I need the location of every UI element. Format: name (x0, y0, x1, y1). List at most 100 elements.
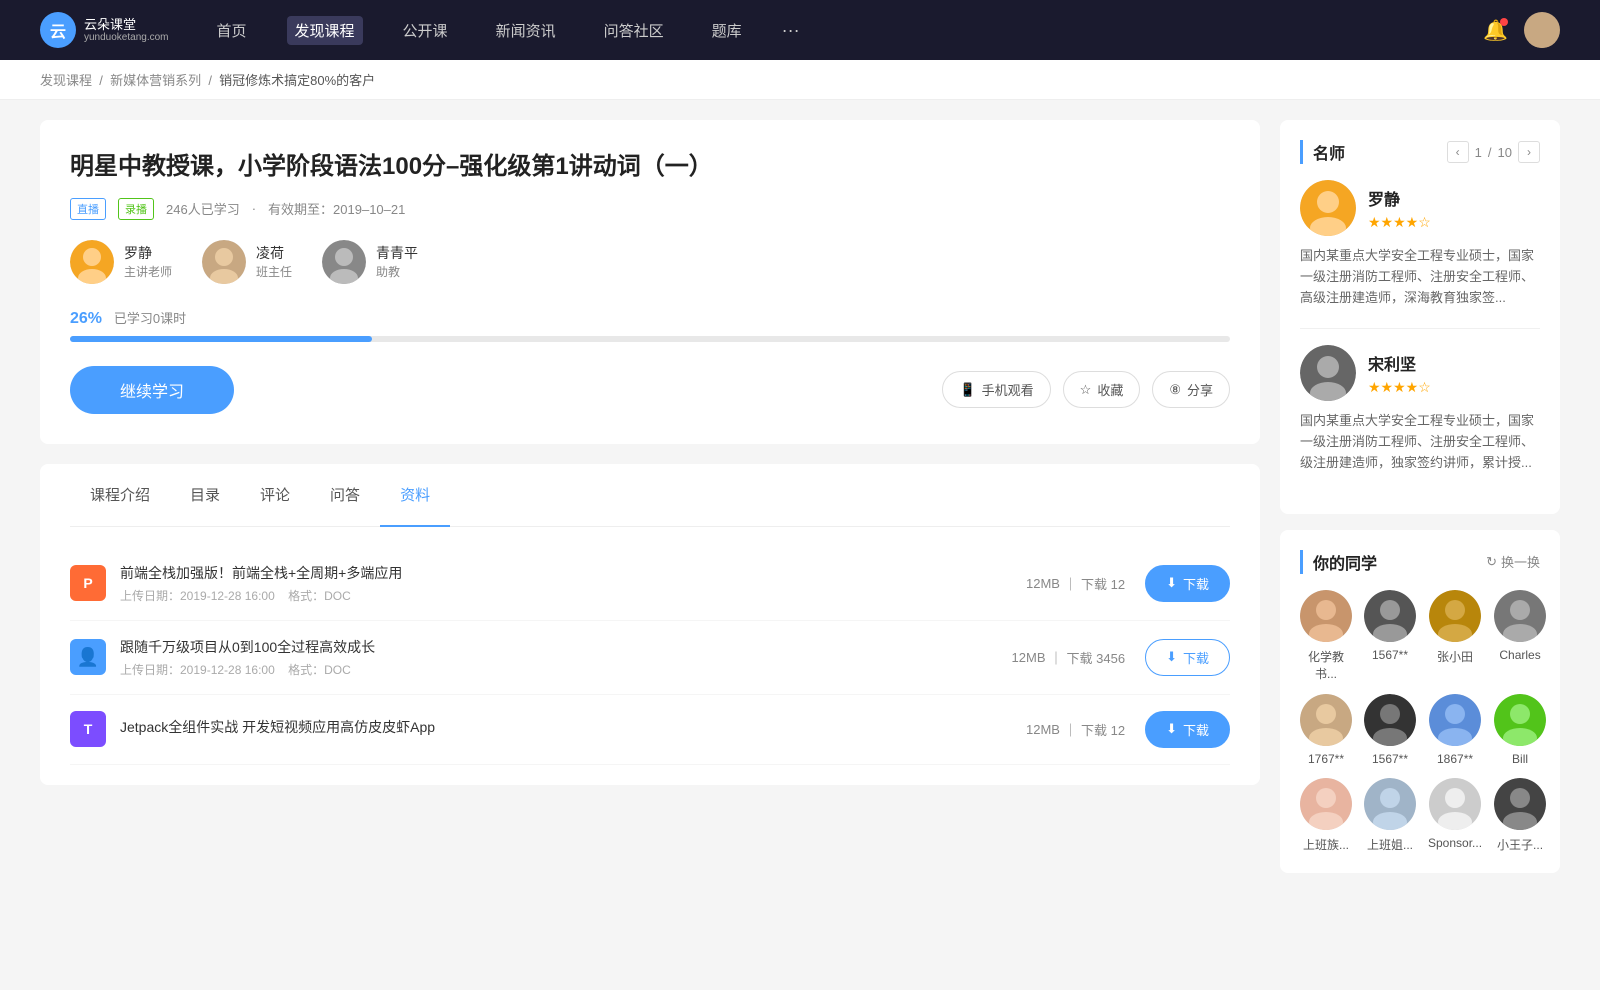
teacher-2: 凌荷 班主任 (202, 240, 292, 284)
classmate-12-avatar[interactable] (1494, 778, 1546, 830)
tab-qa[interactable]: 问答 (310, 464, 380, 527)
nav-more[interactable]: ··· (782, 20, 800, 41)
teacher-2-name: 凌荷 (256, 243, 292, 263)
breadcrumb-series[interactable]: 新媒体营销系列 (110, 73, 201, 88)
teacher-profile-2-header: 宋利坚 ★★★★☆ (1300, 345, 1540, 401)
teacher-2-role: 班主任 (256, 263, 292, 280)
course-title: 明星中教授课，小学阶段语法100分–强化级第1讲动词（一） (70, 150, 1230, 184)
user-avatar[interactable] (1524, 12, 1560, 48)
progress-section: 26% 已学习0课时 (70, 308, 1230, 342)
teacher-1: 罗静 主讲老师 (70, 240, 172, 284)
file-icon-2: 👤 (70, 639, 106, 675)
classmate-3-avatar[interactable] (1429, 590, 1481, 642)
teacher-profile-1: 罗静 ★★★★☆ 国内某重点大学安全工程专业硕士，国家一级注册消防工程师、注册安… (1300, 180, 1540, 308)
valid-date: 有效期至：2019–10–21 (268, 199, 405, 218)
course-card: 明星中教授课，小学阶段语法100分–强化级第1讲动词（一） 直播 录播 246人… (40, 120, 1260, 444)
mobile-watch-button[interactable]: 📱 手机观看 (942, 371, 1050, 408)
classmate-9-name: 上班族... (1303, 836, 1349, 853)
next-page-button[interactable]: › (1518, 141, 1540, 163)
main-container: 明星中教授课，小学阶段语法100分–强化级第1讲动词（一） 直播 录播 246人… (0, 100, 1600, 909)
classmate-2-avatar[interactable] (1364, 590, 1416, 642)
tab-intro[interactable]: 课程介绍 (70, 464, 170, 527)
teacher-profile-1-avatar (1300, 180, 1356, 236)
teacher-1-role: 主讲老师 (124, 263, 172, 280)
navbar: 云 云朵课堂 yunduoketang.com 首页 发现课程 公开课 新闻资讯… (0, 0, 1600, 60)
file-item-3: T Jetpack全组件实战 开发短视频应用高仿皮皮虾App 12MB ｜ 下载… (70, 695, 1230, 765)
teacher-profile-2-name: 宋利坚 (1368, 351, 1431, 375)
classmate-4: Charles (1494, 590, 1546, 682)
tag-record: 录播 (118, 198, 154, 220)
classmate-7-name: 1867** (1437, 752, 1473, 766)
nav-right: 🔔 (1483, 12, 1560, 48)
classmate-10: 上班姐... (1364, 778, 1416, 853)
teachers: 罗静 主讲老师 凌荷 班主任 (70, 240, 1230, 284)
teacher-divider (1300, 328, 1540, 329)
download-label-3: 下载 (1183, 720, 1209, 739)
download-button-3[interactable]: ⬇ 下载 (1145, 711, 1230, 748)
refresh-label: 换一换 (1501, 552, 1540, 571)
classmate-3: 张小田 (1428, 590, 1482, 682)
refresh-button[interactable]: ↻ 换一换 (1486, 552, 1540, 571)
file-info-1: 前端全栈加强版！前端全栈+全周期+多端应用 上传日期：2019-12-28 16… (120, 563, 1026, 604)
classmate-1-name: 化学教书... (1300, 648, 1352, 682)
tab-comment[interactable]: 评论 (240, 464, 310, 527)
file-name-2: 跟随千万级项目从0到100全过程高效成长 (120, 637, 1012, 657)
collect-button[interactable]: ☆ 收藏 (1063, 371, 1141, 408)
download-button-1[interactable]: ⬇ 下载 (1145, 565, 1230, 602)
classmate-6-name: 1567** (1372, 752, 1408, 766)
tabs-header: 课程介绍 目录 评论 问答 资料 (70, 464, 1230, 527)
continue-study-button[interactable]: 继续学习 (70, 366, 234, 414)
share-icon: ⑧ (1169, 382, 1181, 398)
file-icon-1: P (70, 565, 106, 601)
classmate-5-avatar[interactable] (1300, 694, 1352, 746)
file-icon-3: T (70, 711, 106, 747)
tab-material[interactable]: 资料 (380, 464, 450, 527)
share-button[interactable]: ⑧ 分享 (1152, 371, 1230, 408)
classmate-7-avatar[interactable] (1429, 694, 1481, 746)
course-meta: 直播 录播 246人已学习 · 有效期至：2019–10–21 (70, 198, 1230, 220)
classmates-grid: 化学教书... 1567** 张小田 (1300, 590, 1540, 853)
classmate-11: Sponsor... (1428, 778, 1482, 853)
file-info-2: 跟随千万级项目从0到100全过程高效成长 上传日期：2019-12-28 16:… (120, 637, 1012, 678)
download-button-2[interactable]: ⬇ 下载 (1145, 639, 1230, 676)
nav-qa[interactable]: 问答社区 (596, 16, 672, 45)
student-count: 246人已学习 (166, 199, 240, 218)
progress-bar-fill (70, 336, 372, 342)
teacher-profile-1-header: 罗静 ★★★★☆ (1300, 180, 1540, 236)
file-stats-1: 12MB ｜ 下载 12 (1026, 574, 1125, 593)
classmate-8-avatar[interactable] (1494, 694, 1546, 746)
nav-news[interactable]: 新闻资讯 (488, 16, 564, 45)
content-left: 明星中教授课，小学阶段语法100分–强化级第1讲动词（一） 直播 录播 246人… (40, 120, 1260, 889)
notification-bell[interactable]: 🔔 (1483, 18, 1508, 43)
classmate-9-avatar[interactable] (1300, 778, 1352, 830)
classmates-title-row: 你的同学 ↻ 换一换 (1300, 550, 1540, 574)
download-icon-3: ⬇ (1166, 721, 1177, 737)
share-label: 分享 (1187, 380, 1213, 399)
mobile-icon: 📱 (959, 382, 975, 398)
nav-exam[interactable]: 题库 (704, 16, 750, 45)
nav-home[interactable]: 首页 (209, 16, 255, 45)
notification-dot (1500, 18, 1508, 26)
progress-percent: 26% (70, 310, 102, 327)
nav-logo[interactable]: 云 云朵课堂 yunduoketang.com (40, 12, 169, 48)
classmate-6: 1567** (1364, 694, 1416, 766)
classmate-5-name: 1767** (1308, 752, 1344, 766)
breadcrumb-discover[interactable]: 发现课程 (40, 73, 92, 88)
classmate-10-avatar[interactable] (1364, 778, 1416, 830)
classmate-1-avatar[interactable] (1300, 590, 1352, 642)
classmate-8: Bill (1494, 694, 1546, 766)
classmate-4-name: Charles (1499, 648, 1540, 662)
mobile-label: 手机观看 (982, 380, 1034, 399)
valid-until: · (252, 201, 256, 216)
teachers-title: 名师 (1300, 140, 1345, 164)
classmate-4-avatar[interactable] (1494, 590, 1546, 642)
classmates-card: 你的同学 ↻ 换一换 化学教书... 1567** (1280, 530, 1560, 873)
classmate-11-avatar[interactable] (1429, 778, 1481, 830)
nav-open[interactable]: 公开课 (395, 16, 456, 45)
tab-catalog[interactable]: 目录 (170, 464, 240, 527)
nav-discover[interactable]: 发现课程 (287, 16, 363, 45)
prev-page-button[interactable]: ‹ (1447, 141, 1469, 163)
classmate-6-avatar[interactable] (1364, 694, 1416, 746)
classmate-1: 化学教书... (1300, 590, 1352, 682)
download-icon-1: ⬇ (1166, 575, 1177, 591)
